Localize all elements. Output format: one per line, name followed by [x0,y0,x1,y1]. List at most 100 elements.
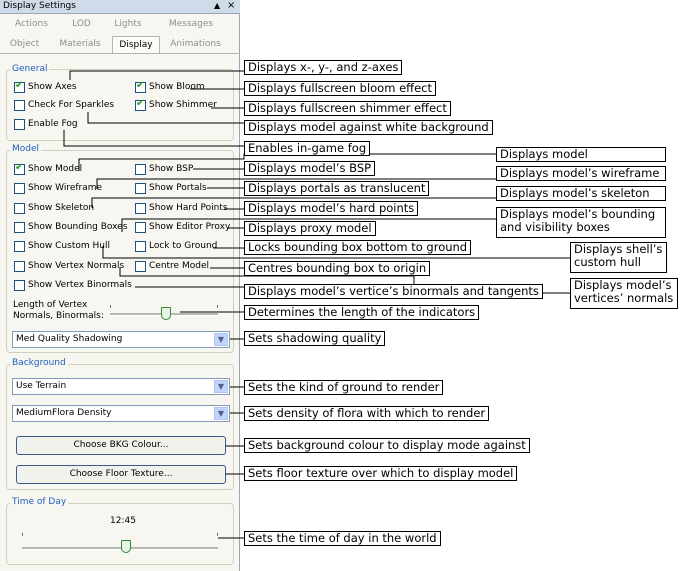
time-slider-tick-start [22,533,23,536]
annotation-flora: Sets density of flora with which to rend… [244,406,490,421]
annotation-normals: Displays model’s vertices’ normals [570,278,678,309]
time-slider-thumb[interactable] [120,540,131,553]
check-sparkles-checkbox[interactable] [14,100,25,111]
annotation-ground: Sets the kind of ground to render [244,380,444,395]
tab-object[interactable]: Object [3,36,46,53]
display-settings-panel: Display Settings ▲ × Actions LOD Lights … [0,0,240,571]
annotation-shimmer: Displays fullscreen shimmer effect [244,101,451,116]
choose-floor-texture-button[interactable]: Choose Floor Texture... [16,465,226,484]
time-of-day-value: 12:45 [110,516,136,526]
shadowing-quality-value: Med Quality Shadowing [16,334,123,344]
show-shimmer-checkbox[interactable] [135,98,146,111]
tab-actions[interactable]: Actions [5,16,58,33]
show-vertex-normals-checkbox[interactable] [14,261,25,272]
annotation-sparkles: Displays model against white background [244,120,493,135]
show-axes-label: Show Axes [28,82,77,92]
show-editor-proxy-checkbox[interactable] [135,222,146,233]
model-group [6,150,234,353]
close-icon[interactable]: × [227,0,235,11]
flora-density-select[interactable]: MediumFlora Density ▼ [12,405,230,422]
show-custom-hull-label: Show Custom Hull [28,241,110,251]
enable-fog-checkbox[interactable] [14,119,25,130]
centre-model-checkbox[interactable] [135,261,146,272]
chevron-down-icon[interactable]: ▼ [214,333,228,346]
time-slider-tick-end [217,533,218,536]
show-model-label: Show Model [28,164,83,174]
show-axes-checkbox[interactable] [14,80,25,93]
show-hard-points-checkbox[interactable] [135,203,146,214]
show-hard-points-label: Show Hard Points [149,203,228,213]
length-label-line1: Length of Vertex [13,300,88,310]
shadowing-quality-select[interactable]: Med Quality Shadowing ▼ [12,331,230,348]
tab-divider [0,53,240,54]
show-portals-checkbox[interactable] [135,183,146,194]
terrain-value: Use Terrain [16,381,67,391]
annotation-bloom: Displays fullscreen bloom effect [244,81,436,96]
centre-model-label: Centre Model [149,261,209,271]
show-editor-proxy-label: Show Editor Proxy [149,222,231,232]
annotation-bsp: Displays model’s BSP [244,161,376,176]
show-vertex-binormals-label: Show Vertex Binormals [28,280,132,290]
length-slider-tick-end [217,305,218,308]
annotation-bounding: Displays model’s bounding and visibility… [496,207,666,238]
show-skeleton-label: Show Skeleton [28,203,95,213]
general-group-label: General [10,64,50,74]
annotation-lock-ground: Locks bounding box bottom to ground [244,240,472,255]
tab-materials[interactable]: Materials [55,36,105,53]
show-bounding-boxes-label: Show Bounding Boxes [28,222,128,232]
annotation-axes: Displays x-, y-, and z-axes [244,60,403,75]
tab-lights[interactable]: Lights [105,16,151,33]
annotation-fog: Enables in-game fog [244,141,371,156]
show-custom-hull-checkbox[interactable] [14,241,25,252]
chevron-down-icon[interactable]: ▼ [214,407,228,420]
annotation-custom-hull: Displays shell’s custom hull [570,242,667,273]
terrain-select[interactable]: Use Terrain ▼ [12,378,230,395]
show-vertex-normals-label: Show Vertex Normals [28,261,125,271]
annotation-wireframe: Displays model’s wireframe [496,166,666,181]
pin-icon[interactable]: ▲ [214,1,220,10]
time-of-day-group-label: Time of Day [10,497,69,507]
lock-to-ground-label: Lock to Ground [149,241,218,251]
annotation-time: Sets the time of day in the world [244,531,441,546]
show-bsp-label: Show BSP [149,164,194,174]
choose-bkg-colour-button[interactable]: Choose BKG Colour... [16,436,226,455]
tab-lod[interactable]: LOD [60,16,103,33]
annotation-length: Determines the length of the indicators [244,305,480,320]
annotation-shadowing: Sets shadowing quality [244,331,386,346]
length-slider-tick-start [110,305,111,308]
annotation-floor: Sets floor texture over which to display… [244,466,518,481]
lock-to-ground-checkbox[interactable] [135,241,146,252]
check-sparkles-label: Check For Sparkles [28,100,115,110]
model-group-label: Model [10,144,42,154]
length-slider-thumb[interactable] [161,307,172,320]
title-bar: Display Settings ▲ × [0,0,240,14]
tab-display[interactable]: Display [112,36,160,53]
show-wireframe-label: Show Wireframe [28,183,103,193]
show-portals-label: Show Portals [149,183,207,193]
window-title: Display Settings [3,1,76,11]
annotation-model: Displays model [496,147,666,162]
annotation-skeleton: Displays model’s skeleton [496,186,666,201]
annotation-bkg-colour: Sets background colour to display mode a… [244,438,530,453]
chevron-down-icon[interactable]: ▼ [214,380,228,393]
annotation-binormals: Displays model’s vertice’s binormals and… [244,284,543,299]
length-label-line2: Normals, Binormals: [13,311,104,321]
show-bsp-checkbox[interactable] [135,164,146,175]
show-bloom-checkbox[interactable] [135,80,146,93]
time-of-day-group [6,503,234,565]
flora-density-value: MediumFlora Density [16,408,112,418]
tab-messages[interactable]: Messages [160,16,222,33]
show-bounding-boxes-checkbox[interactable] [14,222,25,233]
annotation-hard-points: Displays model’s hard points [244,201,419,216]
enable-fog-label: Enable Fog [28,119,78,129]
background-group-label: Background [10,358,68,368]
show-bloom-label: Show Bloom [149,82,205,92]
show-model-checkbox[interactable] [14,162,25,175]
annotation-centre: Centres bounding box to origin [244,261,431,276]
show-shimmer-label: Show Shimmer [149,100,217,110]
annotation-portals: Displays portals as translucent [244,181,430,196]
tab-animations[interactable]: Animations [167,36,224,53]
show-wireframe-checkbox[interactable] [14,183,25,194]
show-skeleton-checkbox[interactable] [14,203,25,214]
show-vertex-binormals-checkbox[interactable] [14,280,25,291]
